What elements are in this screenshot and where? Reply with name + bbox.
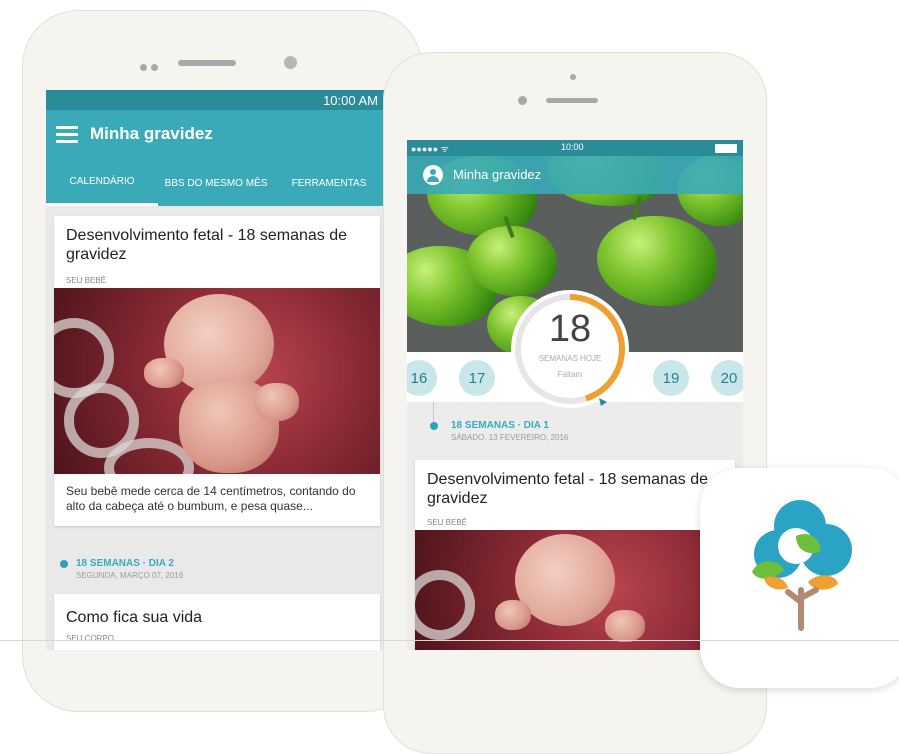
timeline-date: SÁBADO, 13 FEVEREIRO, 2016 (451, 433, 569, 442)
timeline-dot (60, 560, 68, 568)
fetus-image (54, 288, 380, 474)
status-bar: ●●●●● ᯤ 10:00 (407, 140, 743, 156)
profile-icon[interactable] (423, 165, 443, 185)
article-card[interactable]: Desenvolvimento fetal - 18 semanas de gr… (54, 216, 380, 526)
app-icon[interactable] (700, 468, 899, 688)
weeks-today-label: SEMANAS HOJE (538, 354, 602, 363)
android-screen: 10:00 AM Minha gravidez CALENDÁRIO BBS D… (46, 90, 384, 650)
app-header: Minha gravidez (407, 156, 743, 194)
article-card[interactable]: Desenvolvimento fetal - 18 semanas de gr… (415, 460, 735, 650)
tree-logo-icon (752, 500, 852, 631)
week-bubble-19[interactable]: 19 (653, 360, 689, 396)
article-card[interactable]: Como fica sua vida SEU CORPO (54, 594, 380, 650)
tab-ferramentas[interactable]: FERRAMENTAS (274, 160, 384, 206)
menu-icon[interactable] (56, 126, 78, 147)
status-time: 10:00 (561, 142, 584, 152)
timeline-dot (430, 422, 438, 430)
phone-camera (284, 56, 297, 69)
article-category: SEU BEBÊ (427, 518, 468, 527)
app-bar: Minha gravidez (46, 110, 384, 160)
status-bar: 10:00 AM (46, 90, 384, 110)
current-week-number: 18 (548, 308, 592, 350)
phone-sensor-dots (140, 58, 162, 76)
current-week-circle[interactable]: 18 SEMANAS HOJE Faltam (511, 290, 629, 408)
article-excerpt: Seu bebê mede cerca de 14 centímetros, c… (66, 484, 356, 513)
app-title: Minha gravidez (453, 167, 542, 182)
week-bubble-20[interactable]: 20 (711, 360, 743, 396)
carrier-signal: ●●●●● ᯤ (411, 144, 449, 154)
remaining-label: Faltam (557, 370, 583, 379)
status-time: 10:00 AM (323, 93, 378, 108)
timeline-title: 18 SEMANAS · DIA 2 (76, 558, 174, 569)
ios-screen: ●●●●● ᯤ 10:00 Minha gravidez 16 17 19 20… (407, 140, 743, 650)
phone-speaker (546, 98, 598, 103)
timeline-date: SEGUNDA, MARÇO 07, 2016 (76, 571, 184, 580)
tab-calendario[interactable]: CALENDÁRIO (46, 160, 158, 206)
article-title: Desenvolvimento fetal - 18 semanas de gr… (66, 227, 348, 263)
timeline-title: 18 SEMANAS · DIA 1 (451, 420, 549, 431)
fetus-image (415, 530, 735, 650)
tab-bbs-mesmo-mes[interactable]: BBS DO MESMO MÊS (164, 160, 268, 206)
phone-sensor-dot (570, 74, 576, 80)
tab-bar: CALENDÁRIO BBS DO MESMO MÊS FERRAMENTAS (46, 160, 384, 206)
phone-camera (518, 96, 527, 105)
phone-speaker (178, 60, 236, 66)
app-title: Minha gravidez (90, 124, 213, 143)
week-bubble-17[interactable]: 17 (459, 360, 495, 396)
article-category: SEU CORPO (66, 634, 115, 643)
article-title: Desenvolvimento fetal - 18 semanas de gr… (427, 471, 709, 507)
battery-icon (715, 144, 737, 153)
article-title: Como fica sua vida (66, 609, 203, 626)
article-category: SEU BEBÊ (66, 276, 107, 285)
floor-line (0, 640, 899, 641)
